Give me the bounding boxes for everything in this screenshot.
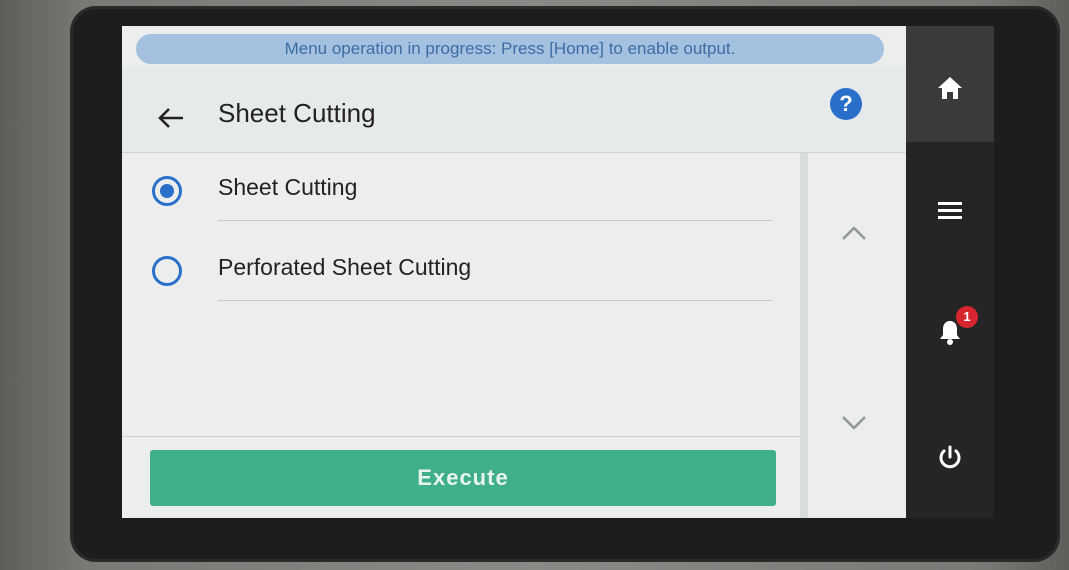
- touch-screen: Menu operation in progress: Press [Home]…: [122, 26, 994, 518]
- menu-icon[interactable]: [936, 196, 964, 224]
- header-bar: Sheet Cutting ?: [122, 66, 906, 153]
- radio-selected-icon[interactable]: [152, 176, 182, 206]
- scroll-up-chevron-icon[interactable]: [840, 224, 868, 242]
- home-button[interactable]: [906, 26, 994, 142]
- divider: [218, 220, 772, 221]
- footer-divider: [122, 436, 800, 437]
- option-label: Perforated Sheet Cutting: [218, 254, 472, 280]
- notification-badge: 1: [956, 306, 978, 328]
- status-banner: Menu operation in progress: Press [Home]…: [136, 34, 884, 64]
- side-navigation: 1: [906, 26, 994, 518]
- divider: [218, 300, 772, 301]
- scrollbar-track[interactable]: [800, 153, 808, 518]
- page-title: Sheet Cutting: [218, 98, 376, 128]
- back-arrow-icon[interactable]: [156, 106, 186, 130]
- scroll-down-chevron-icon[interactable]: [840, 414, 868, 432]
- help-icon[interactable]: ?: [830, 88, 862, 120]
- option-label: Sheet Cutting: [218, 174, 358, 200]
- execute-button[interactable]: Execute: [150, 450, 776, 506]
- power-icon[interactable]: [936, 444, 964, 472]
- home-icon: [938, 77, 962, 99]
- radio-unselected-icon[interactable]: [152, 256, 182, 286]
- option-perforated-sheet-cutting[interactable]: Perforated Sheet Cutting: [122, 254, 800, 334]
- main-panel: Menu operation in progress: Press [Home]…: [122, 26, 906, 518]
- option-sheet-cutting[interactable]: Sheet Cutting: [122, 174, 800, 254]
